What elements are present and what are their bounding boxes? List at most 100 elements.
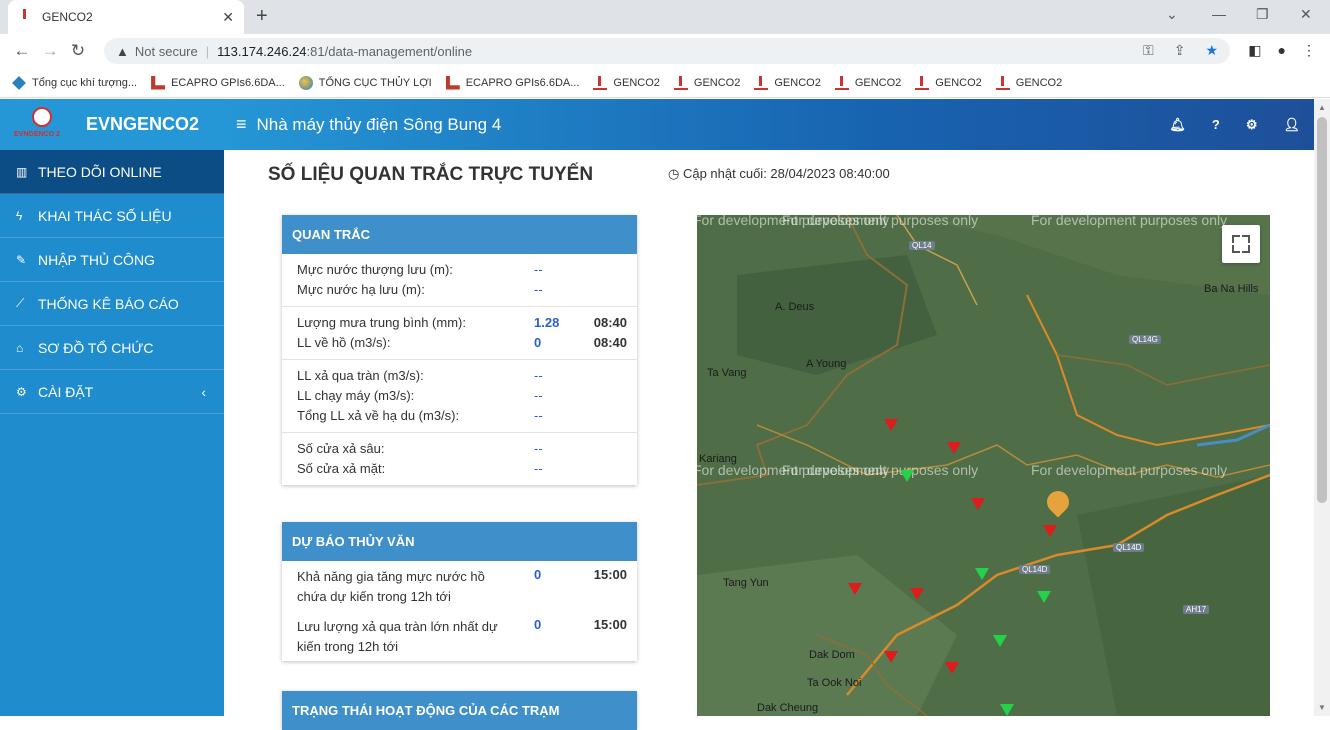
url-input[interactable]: ▲ Not secure | 113.174.246.24 :81/data-m… (104, 38, 1230, 64)
tab-search-icon[interactable]: ⌄ (1166, 6, 1178, 23)
station-marker-red[interactable] (910, 588, 924, 600)
plant-name: Nhà máy thủy điện Sông Bung 4 (256, 114, 502, 134)
minimize-icon[interactable]: — (1212, 6, 1226, 22)
observation-value: -- (534, 282, 543, 297)
station-marker-red[interactable] (945, 662, 959, 674)
user-icon[interactable]: 👤︎ (1283, 117, 1300, 133)
profile-avatar[interactable]: ● (1278, 42, 1286, 59)
url-host: 113.174.246.24 (217, 43, 307, 59)
bookmark-item[interactable]: GENCO2 (834, 75, 901, 90)
gen-bookmark-icon (593, 75, 608, 90)
help-icon[interactable]: ? (1212, 117, 1220, 133)
bookmark-label: ECAPRO GPIs6.6DA... (465, 76, 580, 89)
station-marker-red[interactable] (1043, 525, 1057, 537)
observation-value: -- (534, 441, 543, 456)
menu-dots-icon[interactable]: ⋮ (1302, 42, 1316, 59)
sidebar-item[interactable]: ⚙ CÀI ĐẶT ‹ (0, 370, 224, 414)
observation-label: LL về hồ (m3/s): (297, 335, 391, 350)
sidebar-item[interactable]: ϟ KHAI THÁC SỐ LIỆU (0, 194, 224, 238)
place-label: Tang Yun (723, 577, 769, 589)
station-marker-red[interactable] (971, 498, 985, 510)
chart-icon: ▥ (16, 164, 28, 179)
place-label: A Young (806, 358, 847, 370)
sidebar-item[interactable]: ⌂ SƠ ĐỒ TỔ CHỨC (0, 326, 224, 370)
sidebar-item[interactable]: ⟋ THỐNG KÊ BÁO CÁO (0, 282, 224, 326)
new-tab-icon[interactable]: + (256, 5, 268, 28)
tab-title: GENCO2 (42, 10, 93, 24)
window-close-icon[interactable]: ✕ (1300, 6, 1312, 23)
bookmark-item[interactable]: GENCO2 (754, 75, 821, 90)
bookmark-item[interactable]: GENCO2 (995, 75, 1063, 90)
bookmark-item[interactable]: Tổng cục khí tượng... (12, 75, 137, 90)
bookmark-item[interactable]: TỔNG CỤC THỦY LỢI (298, 75, 432, 90)
observation-value: -- (534, 461, 543, 476)
bookmark-item[interactable]: GENCO2 (673, 75, 741, 90)
bookmark-label: GENCO2 (935, 76, 982, 89)
forecast-label: Khả năng gia tăng mực nước hồ chứa dự ki… (297, 569, 485, 604)
clock-icon: ◷ (668, 166, 680, 181)
address-bar-row: ← → ↻ ▲ Not secure | 113.174.246.24 :81/… (0, 34, 1330, 68)
station-marker-red[interactable] (884, 651, 898, 663)
bookmark-label: GENCO2 (1015, 76, 1063, 89)
forecast-row: Khả năng gia tăng mực nước hồ chứa dự ki… (282, 561, 637, 611)
observation-label: Mực nước thượng lưu (m): (297, 262, 453, 277)
station-marker-green[interactable] (1000, 704, 1014, 716)
bell-icon[interactable]: 🔔︎ (1169, 117, 1186, 133)
top-navbar: ≡ Nhà máy thủy điện Sông Bung 4 🔔︎ ? ⚙ 👤… (224, 99, 1314, 150)
observation-group: LL xả qua tràn (m3/s): -- LL chạy máy (m3/… (282, 360, 637, 433)
globe-bookmark-icon (298, 75, 313, 90)
bookmark-item[interactable]: GENCO2 (593, 75, 660, 90)
station-marker-green[interactable] (1037, 591, 1051, 603)
browser-tab[interactable]: GENCO2 ✕ (8, 0, 244, 34)
last-updated-label: Cập nhật cuối: 28/04/2023 08:40:00 (682, 166, 890, 181)
bookmark-label: GENCO2 (693, 76, 741, 89)
key-icon[interactable]: ⚿ (1143, 42, 1154, 59)
brand-header[interactable]: EVNGENCO 2 EVNGENCO2 (0, 99, 224, 150)
forecast-row: Lưu lượng xả qua tràn lớn nhất dự kiến t… (282, 611, 637, 661)
scrollbar-thumb[interactable] (1317, 117, 1327, 503)
share-icon[interactable]: ⇪ (1174, 42, 1186, 59)
side-panel-icon[interactable]: ◧ (1248, 42, 1261, 59)
red-bookmark-icon (151, 75, 166, 90)
fullscreen-button[interactable] (1222, 225, 1260, 263)
forecast-value: 0 (534, 567, 542, 582)
sidebar-menu: ▥ THEO DÕI ONLINE ϟ KHAI THÁC SỐ LIỆU ✎ NHẬP … (0, 150, 224, 414)
observation-label: Số cửa xả mặt: (297, 461, 386, 476)
station-marker-green[interactable] (993, 635, 1007, 647)
tab-close-icon[interactable]: ✕ (222, 9, 234, 26)
page-scrollbar[interactable]: ▲ ▼ (1314, 99, 1330, 716)
reload-icon[interactable]: ↻ (64, 41, 92, 61)
map-watermark: For development purposes only (782, 215, 979, 228)
forward-icon[interactable]: → (36, 41, 64, 61)
observation-value: -- (534, 408, 543, 423)
sidebar-item-label: NHẬP THỦ CÔNG (38, 251, 155, 268)
bookmarks-bar: Tổng cục khí tượng... ECAPRO GPIs6.6DA...… (0, 68, 1330, 98)
observation-label: LL chạy máy (m3/s): (297, 388, 415, 403)
place-label: Dak Cheung (757, 702, 819, 714)
main-content: SỐ LIỆU QUAN TRẮC TRỰC TUYẾN ◷ Cập nhật … (224, 150, 1314, 730)
bookmark-item[interactable]: GENCO2 (915, 75, 982, 90)
station-map[interactable]: For development purposes only For develo… (697, 215, 1270, 716)
warning-icon: ▲ (116, 43, 129, 59)
back-icon[interactable]: ← (8, 41, 36, 61)
station-marker-green[interactable] (975, 568, 989, 580)
restore-icon[interactable]: ❐ (1256, 6, 1269, 23)
forecast-time: 15:00 (593, 617, 627, 632)
settings-gear-icon[interactable]: ⚙ (1246, 117, 1258, 133)
sidebar-item[interactable]: ▥ THEO DÕI ONLINE (0, 150, 224, 194)
station-marker-green[interactable] (900, 470, 914, 482)
station-marker-red[interactable] (947, 442, 961, 454)
bookmark-item[interactable]: ECAPRO GPIs6.6DA... (445, 75, 580, 90)
station-status-title: TRẠNG THÁI HOẠT ĐỘNG CỦA CÁC TRẠM (282, 691, 637, 730)
line-chart-icon: ⟋ (16, 296, 25, 310)
place-label: Ta Ook Noi (807, 677, 862, 689)
gen-bookmark-icon (834, 75, 849, 90)
observation-row: LL về hồ (m3/s): 0 08:40 (282, 335, 637, 355)
station-marker-red[interactable] (884, 419, 898, 431)
sidebar-item[interactable]: ✎ NHẬP THỦ CÔNG (0, 238, 224, 282)
station-marker-red[interactable] (848, 583, 862, 595)
bookmark-item[interactable]: ECAPRO GPIs6.6DA... (151, 75, 285, 90)
hamburger-icon[interactable]: ≡ (236, 114, 247, 135)
place-label: Ta Vang (707, 367, 747, 379)
bookmark-star-icon[interactable]: ★ (1205, 42, 1218, 59)
